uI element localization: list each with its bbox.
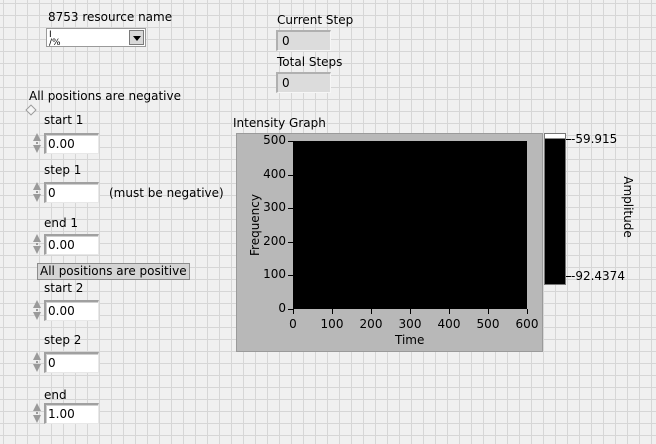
end1-input[interactable]: 0.00: [44, 233, 99, 255]
increment-arrow-icon[interactable]: [33, 234, 41, 242]
step2-control: 0: [33, 351, 99, 373]
end1-spinner[interactable]: [33, 233, 43, 255]
color-scale-min[interactable]: -92.4374: [571, 269, 625, 283]
start1-spinner[interactable]: [33, 132, 43, 154]
start1-label: start 1: [44, 113, 84, 127]
end2-label: end: [44, 388, 67, 402]
x-tick-label: 200: [359, 317, 383, 331]
amplitude-label: Amplitude: [620, 176, 635, 238]
total-steps-indicator: 0: [276, 72, 331, 93]
step1-note: (must be negative): [109, 186, 224, 200]
x-tick-mark: [371, 309, 372, 314]
positive-header: All positions are positive: [37, 263, 190, 280]
y-tick-mark: [288, 141, 293, 142]
resource-name-dropdown[interactable]: I/%: [46, 28, 146, 48]
y-tick-mark: [288, 275, 293, 276]
resource-name-label: 8753 resource name: [48, 10, 173, 24]
decrement-arrow-icon[interactable]: [33, 364, 41, 372]
total-steps-label: Total Steps: [277, 55, 343, 69]
step1-spinner[interactable]: [33, 181, 43, 203]
x-tick-mark: [293, 309, 294, 314]
chevron-down-icon[interactable]: [129, 30, 144, 45]
y-axis-label: Frequency: [248, 194, 262, 256]
current-step-label: Current Step: [277, 13, 354, 27]
start2-control: 0.00: [33, 299, 99, 321]
intensity-plot-area[interactable]: [293, 141, 527, 309]
decrement-arrow-icon[interactable]: [33, 194, 41, 202]
start2-label: start 2: [44, 281, 84, 295]
y-tick-mark: [288, 242, 293, 243]
decrement-arrow-icon[interactable]: [33, 415, 41, 423]
increment-arrow-icon[interactable]: [33, 133, 41, 141]
decrement-arrow-icon[interactable]: [33, 145, 41, 153]
end1-control: 0.00: [33, 233, 99, 255]
io-icon: I/%: [49, 30, 61, 48]
x-tick-mark: [527, 309, 528, 314]
step2-spinner[interactable]: [33, 351, 43, 373]
end2-input[interactable]: 1.00: [44, 402, 99, 424]
graph-title: Intensity Graph: [233, 116, 326, 130]
decrement-arrow-icon[interactable]: [33, 246, 41, 254]
step2-input[interactable]: 0: [44, 351, 99, 373]
end2-control: 1.00: [33, 402, 99, 424]
increment-arrow-icon[interactable]: [33, 403, 41, 411]
x-tick-label: 0: [289, 317, 297, 331]
decrement-arrow-icon[interactable]: [33, 312, 41, 320]
y-tick-label: 0: [278, 301, 286, 315]
x-tick-label: 300: [398, 317, 422, 331]
color-scale-bar[interactable]: [544, 133, 566, 285]
y-tick-mark: [288, 208, 293, 209]
x-tick-mark: [488, 309, 489, 314]
x-tick-mark: [332, 309, 333, 314]
y-tick-label: 400: [263, 167, 286, 181]
negative-header: All positions are negative: [29, 89, 181, 103]
y-tick-mark: [288, 175, 293, 176]
x-tick-mark: [449, 309, 450, 314]
step1-control: 0: [33, 181, 99, 203]
increment-arrow-icon[interactable]: [33, 300, 41, 308]
increment-arrow-icon[interactable]: [33, 182, 41, 190]
x-tick-label: 600: [515, 317, 539, 331]
step1-input[interactable]: 0: [44, 181, 99, 203]
x-tick-label: 500: [476, 317, 500, 331]
start2-spinner[interactable]: [33, 299, 43, 321]
y-tick-label: 500: [263, 133, 286, 147]
end2-spinner[interactable]: [33, 402, 43, 424]
x-tick-label: 400: [437, 317, 461, 331]
end1-label: end 1: [44, 216, 79, 230]
current-step-indicator: 0: [276, 30, 331, 51]
y-tick-mark: [288, 309, 293, 310]
step1-label: step 1: [44, 163, 82, 177]
x-axis-label: Time: [395, 333, 425, 347]
start1-control: 0.00: [33, 132, 99, 154]
color-scale-max[interactable]: -59.915: [571, 132, 617, 146]
x-tick-mark: [410, 309, 411, 314]
start2-input[interactable]: 0.00: [44, 299, 99, 321]
step2-label: step 2: [44, 333, 82, 347]
x-tick-label: 100: [320, 317, 344, 331]
connector-diamond-icon: [25, 104, 37, 116]
y-tick-label: 100: [263, 267, 286, 281]
increment-arrow-icon[interactable]: [33, 352, 41, 360]
start1-input[interactable]: 0.00: [44, 132, 99, 154]
